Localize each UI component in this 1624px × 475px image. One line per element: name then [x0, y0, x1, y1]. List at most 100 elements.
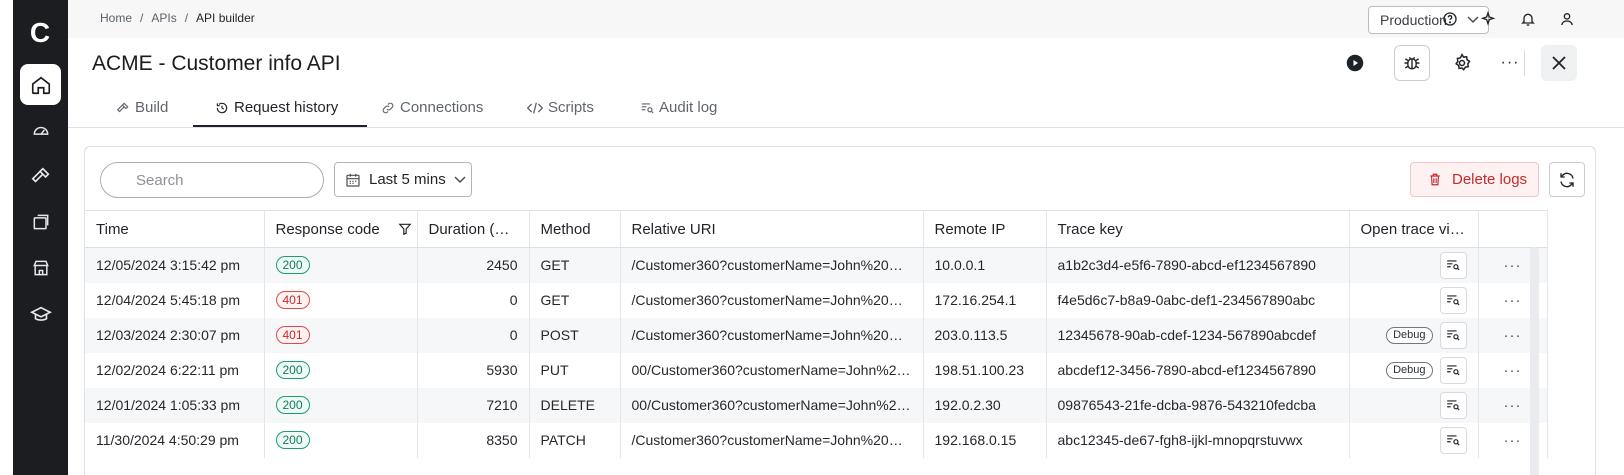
- cell-trace-key: a1b2c3d4-e5f6-7890-abcd-ef1234567890: [1046, 247, 1350, 283]
- status-badge: 401: [275, 291, 310, 309]
- cell-duration: 7210: [417, 387, 530, 423]
- link-icon: [382, 102, 394, 113]
- column-header-duration[interactable]: Duration (ms): [417, 210, 530, 248]
- open-trace-button[interactable]: [1439, 356, 1467, 384]
- cell-time: 12/02/2024 6:22:11 pm: [85, 352, 265, 388]
- cell-trace-key: 12345678-90ab-cdef-1234-567890abcdef: [1046, 317, 1350, 353]
- tab-audit-log[interactable]: Audit log: [640, 99, 717, 116]
- cell-duration: 0: [417, 317, 530, 353]
- open-trace-button[interactable]: [1439, 321, 1467, 349]
- dashboard-icon[interactable]: [20, 109, 61, 150]
- build-icon[interactable]: [20, 155, 61, 196]
- history-icon: [216, 102, 228, 113]
- debug-badge: Debug: [1386, 326, 1433, 344]
- status-badge: 200: [275, 256, 310, 275]
- cell-open-trace-view: [1349, 422, 1479, 458]
- gear-icon: [1455, 53, 1471, 71]
- app-logo: C: [29, 17, 51, 48]
- table-row[interactable]: 12/04/2024 5:45:18 pm 401 0 GET/Customer360…: [85, 282, 1548, 318]
- pages-icon[interactable]: [20, 201, 61, 242]
- more-options-button[interactable]: ···: [1492, 45, 1528, 81]
- open-trace-button[interactable]: [1439, 426, 1467, 454]
- list-search-icon: [1447, 260, 1460, 271]
- delete-logs-button[interactable]: Delete logs: [1410, 162, 1539, 197]
- learn-icon[interactable]: [20, 294, 61, 335]
- breadcrumb-current: API builder: [196, 11, 255, 25]
- refresh-button[interactable]: [1549, 162, 1585, 197]
- time-range-value: Last 5 mins: [369, 171, 446, 188]
- breadcrumb-separator: /: [184, 11, 189, 25]
- table-row[interactable]: 12/02/2024 6:22:11 pm 200 5930 PUT 00/Custom…: [85, 352, 1548, 388]
- cell-response-code: 401: [264, 282, 418, 318]
- cell-response-code: 200: [264, 387, 418, 423]
- column-header-relative-uri[interactable]: Relative URI: [620, 210, 924, 248]
- run-button[interactable]: [1337, 45, 1373, 81]
- cell-method: POST: [529, 317, 621, 353]
- tab-bar: Build Request history Connections Script…: [68, 90, 1624, 128]
- cell-method: PATCH: [529, 422, 621, 458]
- divider: [1524, 50, 1525, 76]
- cell-method: GET: [529, 282, 621, 318]
- time-range-select[interactable]: Last 5 mins: [334, 162, 472, 197]
- cell-remote-ip: 192.168.0.15: [923, 422, 1047, 458]
- hammer-icon: [116, 102, 129, 112]
- column-header-open-trace-view[interactable]: Open trace view: [1349, 210, 1479, 248]
- column-header-time[interactable]: Time: [85, 210, 265, 248]
- table-row[interactable]: 11/30/2024 4:50:29 pm 200 8350 PATCH/Custom…: [85, 422, 1548, 458]
- cell-trace-key: f4e5d6c7-b8a9-0abc-def1-234567890abc: [1046, 282, 1350, 318]
- chevron-down-icon: [454, 175, 466, 183]
- trash-icon: [1430, 173, 1440, 186]
- breadcrumb-home[interactable]: Home: [100, 11, 132, 25]
- column-header-method[interactable]: Method: [529, 210, 621, 248]
- app-rail: C: [13, 0, 68, 475]
- cell-remote-ip: 10.0.0.1: [923, 247, 1047, 283]
- cell-trace-key: 09876543-21fe-dcba-9876-543210fedcba: [1046, 387, 1350, 423]
- open-trace-button[interactable]: [1439, 251, 1467, 279]
- tab-label: Request history: [234, 99, 339, 116]
- open-trace-button[interactable]: [1439, 286, 1467, 314]
- tab-request-history[interactable]: Request history: [215, 99, 338, 116]
- table-header-row: Time Response code Duration (ms) Method …: [85, 210, 1548, 248]
- cell-method: DELETE: [529, 387, 621, 423]
- column-header-trace-key[interactable]: Trace key: [1046, 210, 1350, 248]
- bell-icon[interactable]: [1519, 10, 1537, 28]
- user-icon[interactable]: [1558, 10, 1576, 28]
- play-icon: [1346, 54, 1364, 72]
- search-input[interactable]: [100, 162, 324, 198]
- table-row[interactable]: 12/01/2024 1:05:33 pm 200 7210 DELETE 00/Cus…: [85, 387, 1548, 423]
- open-trace-button[interactable]: [1439, 391, 1467, 419]
- tab-label: Scripts: [548, 99, 594, 116]
- table-scrollbar[interactable]: [1530, 247, 1539, 475]
- debug-badge: Debug: [1386, 361, 1433, 379]
- chevron-down-icon: [1467, 16, 1479, 24]
- cell-duration: 2450: [417, 247, 530, 283]
- cell-time: 12/01/2024 1:05:33 pm: [85, 387, 265, 423]
- cell-trace-key: abcdef12-3456-7890-abcd-ef1234567890: [1046, 352, 1350, 388]
- store-icon[interactable]: [20, 247, 61, 288]
- environment-select[interactable]: Production: [1368, 6, 1489, 34]
- more-icon: ···: [1500, 54, 1520, 71]
- close-button[interactable]: [1541, 45, 1577, 81]
- sparkle-icon[interactable]: [1479, 10, 1497, 28]
- debug-button[interactable]: [1394, 45, 1430, 81]
- breadcrumb-apis[interactable]: APIs: [151, 11, 176, 25]
- cell-open-trace-view: Debug: [1349, 317, 1479, 353]
- cell-relative-uri: /Customer360?customerName=John%20Doe: [620, 317, 924, 353]
- column-header-response-code[interactable]: Response code: [264, 210, 418, 248]
- list-search-icon: [1447, 400, 1460, 411]
- tab-scripts[interactable]: Scripts: [527, 99, 594, 116]
- column-header-remote-ip[interactable]: Remote IP: [923, 210, 1047, 248]
- tab-build[interactable]: Build: [116, 99, 168, 116]
- filter-icon[interactable]: [398, 222, 412, 236]
- list-search-icon: [1447, 365, 1460, 376]
- breadcrumb: Home / APIs / API builder: [100, 11, 255, 25]
- cell-response-code: 200: [264, 247, 418, 283]
- table-row[interactable]: 12/05/2024 3:15:42 pm 200 2450 GET/Customer…: [85, 247, 1548, 283]
- cell-relative-uri: 00/Customer360?customerName=John%20Doe: [620, 352, 924, 388]
- tab-connections[interactable]: Connections: [381, 99, 483, 116]
- help-icon[interactable]: [1441, 10, 1459, 28]
- settings-button[interactable]: [1444, 45, 1480, 81]
- home-icon[interactable]: [20, 64, 61, 105]
- table-row[interactable]: 12/03/2024 2:30:07 pm 401 0 POST/Customer36…: [85, 317, 1548, 353]
- status-badge: 200: [275, 361, 310, 379]
